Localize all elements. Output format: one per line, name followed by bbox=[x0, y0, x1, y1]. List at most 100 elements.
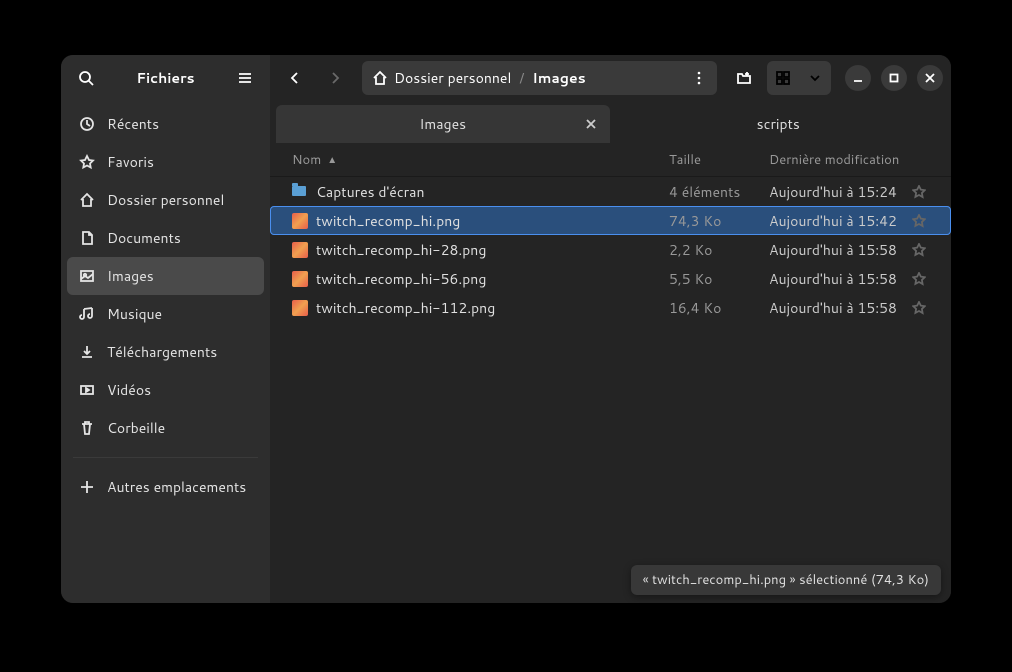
folder-icon bbox=[292, 184, 308, 200]
search-button[interactable] bbox=[69, 61, 103, 95]
image-icon bbox=[292, 271, 308, 287]
breadcrumb-root[interactable]: Dossier personnel bbox=[372, 68, 511, 88]
home-icon bbox=[79, 192, 95, 208]
sidebar-item-clock[interactable]: Récents bbox=[67, 105, 264, 143]
window-controls bbox=[845, 65, 943, 91]
download-icon bbox=[79, 344, 95, 360]
sidebar-item-label: Corbeille bbox=[107, 418, 165, 438]
file-modified: Aujourd'hui à 15:24 bbox=[769, 182, 909, 202]
sidebar-item-home[interactable]: Dossier personnel bbox=[67, 181, 264, 219]
trash-icon bbox=[79, 420, 95, 436]
clock-icon bbox=[79, 116, 95, 132]
sidebar-header: Fichiers bbox=[61, 55, 270, 101]
view-toggle bbox=[767, 61, 831, 95]
path-menu-button[interactable] bbox=[685, 64, 713, 92]
search-icon bbox=[78, 70, 94, 86]
star-button[interactable] bbox=[909, 301, 929, 315]
minimize-icon bbox=[853, 73, 863, 83]
tab-label: scripts bbox=[757, 114, 800, 134]
sidebar-item-trash[interactable]: Corbeille bbox=[67, 409, 264, 447]
maximize-icon bbox=[889, 73, 899, 83]
menu-button[interactable] bbox=[228, 61, 262, 95]
file-name: twitch_recomp_hi-112.png bbox=[316, 298, 669, 318]
new-tab-button[interactable] bbox=[727, 61, 761, 95]
view-dropdown-button[interactable] bbox=[799, 61, 831, 95]
column-name[interactable]: Nom▲ bbox=[292, 151, 669, 169]
app-title: Fichiers bbox=[107, 68, 224, 88]
sidebar-other-section: Autres emplacements bbox=[61, 464, 270, 510]
file-size: 5,5 Ko bbox=[669, 269, 769, 289]
folder-plus-icon bbox=[736, 70, 752, 86]
hamburger-icon bbox=[237, 70, 253, 86]
close-icon bbox=[925, 73, 935, 83]
star-button[interactable] bbox=[909, 185, 929, 199]
file-row[interactable]: Captures d'écran4 élémentsAujourd'hui à … bbox=[270, 177, 951, 206]
file-size: 2,2 Ko bbox=[669, 240, 769, 260]
grid-view-button[interactable] bbox=[767, 61, 799, 95]
tab[interactable]: Images bbox=[276, 105, 610, 143]
sidebar-item-other-locations[interactable]: Autres emplacements bbox=[67, 468, 264, 506]
column-size[interactable]: Taille bbox=[669, 151, 769, 169]
file-size: 16,4 Ko bbox=[669, 298, 769, 318]
tab-close-button[interactable] bbox=[580, 113, 602, 135]
back-button[interactable] bbox=[278, 61, 312, 95]
plus-icon bbox=[79, 479, 95, 495]
image-icon bbox=[292, 242, 308, 258]
file-name: twitch_recomp_hi-28.png bbox=[316, 240, 669, 260]
chevron-down-icon bbox=[809, 72, 821, 84]
chevron-right-icon bbox=[327, 70, 343, 86]
titlebar: Dossier personnel / Images bbox=[270, 55, 951, 101]
sidebar-item-download[interactable]: Téléchargements bbox=[67, 333, 264, 371]
column-modified[interactable]: Dernière modification bbox=[769, 151, 929, 169]
star-icon bbox=[912, 185, 926, 199]
close-button[interactable] bbox=[917, 65, 943, 91]
path-bar[interactable]: Dossier personnel / Images bbox=[362, 61, 717, 95]
sidebar-item-music[interactable]: Musique bbox=[67, 295, 264, 333]
star-icon bbox=[912, 301, 926, 315]
close-icon bbox=[586, 119, 596, 129]
file-size: 4 éléments bbox=[669, 182, 769, 202]
sidebar-item-label: Vidéos bbox=[107, 380, 151, 400]
file-modified: Aujourd'hui à 15:58 bbox=[769, 298, 909, 318]
status-bar: « twitch_recomp_hi.png » sélectionné (74… bbox=[631, 565, 941, 595]
file-modified: Aujourd'hui à 15:58 bbox=[769, 269, 909, 289]
file-name: Captures d'écran bbox=[316, 182, 669, 202]
kebab-icon bbox=[691, 70, 707, 86]
file-row[interactable]: twitch_recomp_hi-112.png16,4 KoAujourd'h… bbox=[270, 293, 951, 322]
star-button[interactable] bbox=[909, 243, 929, 257]
sidebar-item-label: Musique bbox=[107, 304, 162, 324]
sidebar-item-label: Téléchargements bbox=[107, 342, 217, 362]
sidebar-item-star[interactable]: Favoris bbox=[67, 143, 264, 181]
sidebar-item-video[interactable]: Vidéos bbox=[67, 371, 264, 409]
maximize-button[interactable] bbox=[881, 65, 907, 91]
sidebar-item-image[interactable]: Images bbox=[67, 257, 264, 295]
file-row[interactable]: twitch_recomp_hi-56.png5,5 KoAujourd'hui… bbox=[270, 264, 951, 293]
star-button[interactable] bbox=[909, 272, 929, 286]
tab[interactable]: scripts bbox=[612, 105, 946, 143]
forward-button[interactable] bbox=[318, 61, 352, 95]
breadcrumb-current[interactable]: Images bbox=[532, 68, 585, 88]
video-icon bbox=[79, 382, 95, 398]
star-icon bbox=[912, 214, 926, 228]
star-button[interactable] bbox=[909, 214, 929, 228]
sidebar: Fichiers RécentsFavorisDossier personnel… bbox=[61, 55, 270, 603]
file-row[interactable]: twitch_recomp_hi-28.png2,2 KoAujourd'hui… bbox=[270, 235, 951, 264]
file-row[interactable]: twitch_recomp_hi.png74,3 KoAujourd'hui à… bbox=[270, 206, 951, 235]
tab-bar: Images scripts bbox=[270, 101, 951, 143]
breadcrumb-separator: / bbox=[519, 68, 524, 88]
star-icon bbox=[79, 154, 95, 170]
main-area: Dossier personnel / Images Images scripts… bbox=[270, 55, 951, 603]
music-icon bbox=[79, 306, 95, 322]
file-list[interactable]: Captures d'écran4 élémentsAujourd'hui à … bbox=[270, 177, 951, 603]
minimize-button[interactable] bbox=[845, 65, 871, 91]
sidebar-separator bbox=[73, 457, 258, 458]
star-icon bbox=[912, 272, 926, 286]
file-name: twitch_recomp_hi-56.png bbox=[316, 269, 669, 289]
doc-icon bbox=[79, 230, 95, 246]
sidebar-item-doc[interactable]: Documents bbox=[67, 219, 264, 257]
columns-header: Nom▲ Taille Dernière modification bbox=[270, 143, 951, 177]
sidebar-item-label: Images bbox=[107, 266, 154, 286]
image-icon bbox=[79, 268, 95, 284]
file-name: twitch_recomp_hi.png bbox=[316, 211, 669, 231]
sidebar-item-label: Documents bbox=[107, 228, 181, 248]
